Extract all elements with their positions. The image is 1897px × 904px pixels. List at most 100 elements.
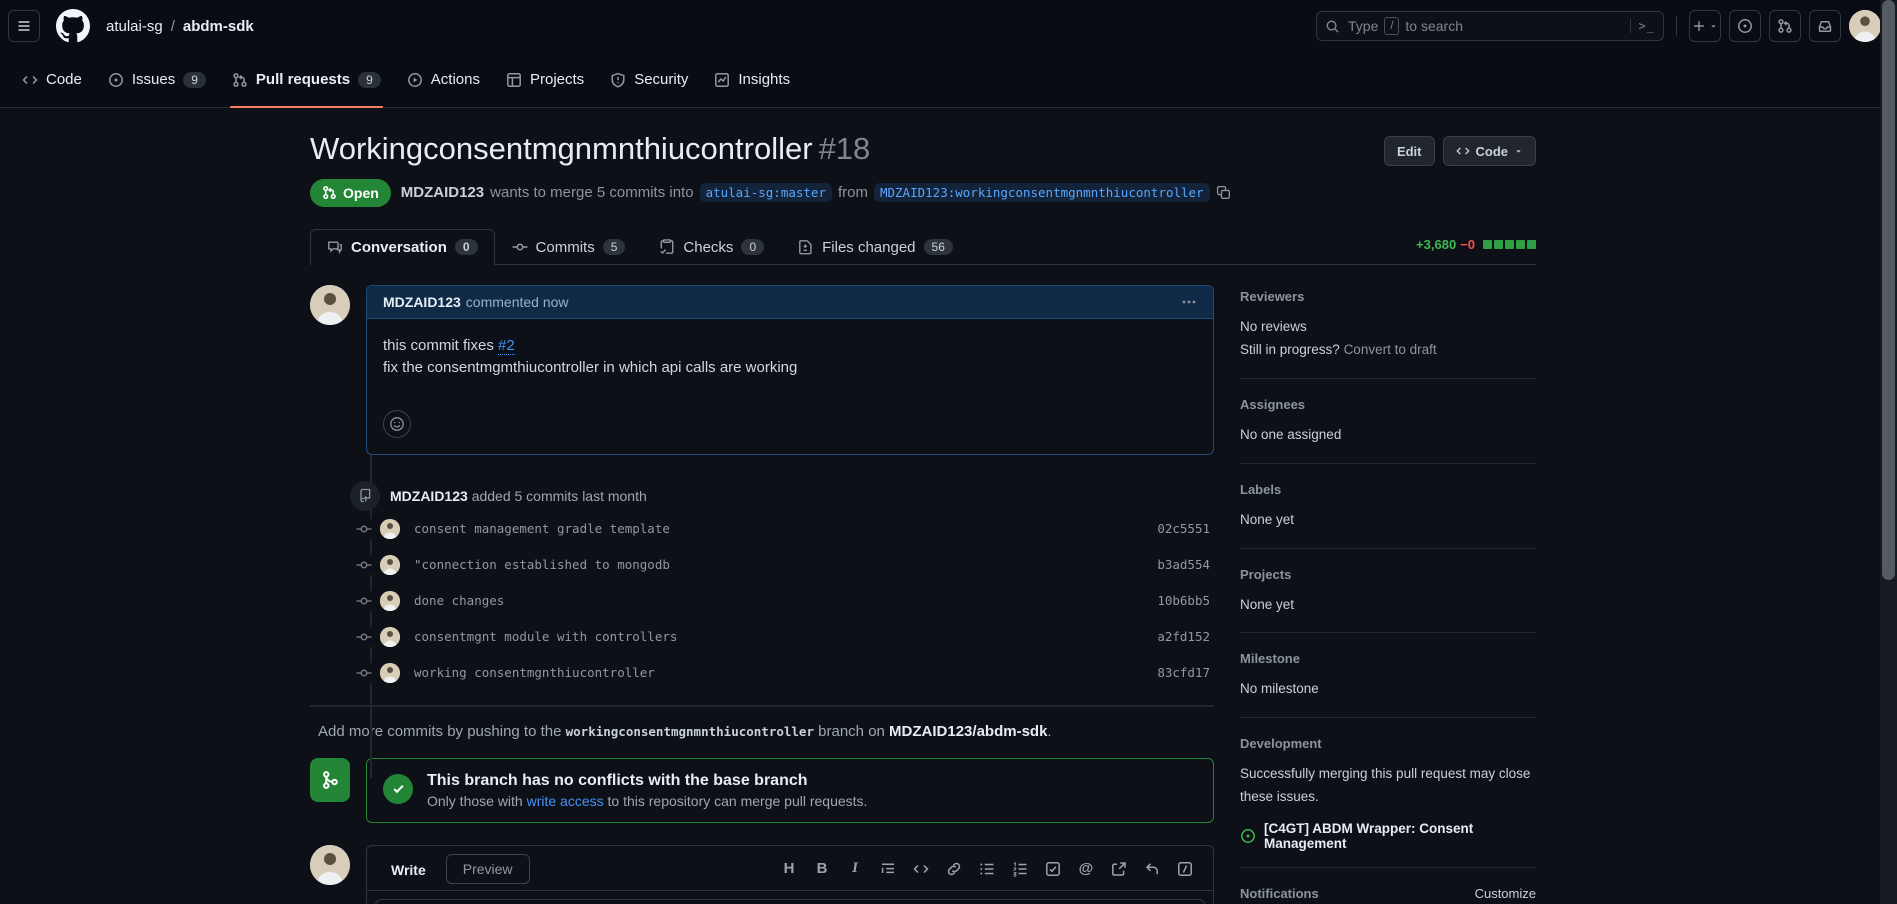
merge-status-title: This branch has no conflicts with the ba…	[427, 772, 867, 790]
quote-button[interactable]	[874, 855, 902, 883]
hamburger-menu-button[interactable]	[8, 10, 40, 42]
copy-icon	[1216, 185, 1231, 200]
heading-button[interactable]: H	[775, 855, 803, 883]
assignees-heading[interactable]: Assignees	[1240, 397, 1536, 412]
projects-heading[interactable]: Projects	[1240, 567, 1536, 582]
breadcrumb-separator: /	[171, 18, 175, 35]
nav-item-code[interactable]: Code	[12, 52, 92, 107]
user-avatar[interactable]	[1849, 10, 1881, 42]
composer-header: Write Preview H B I @	[367, 846, 1213, 891]
markdown-toolbar: H B I @	[775, 855, 1205, 889]
tab-write[interactable]: Write	[375, 854, 442, 890]
commit-hash-link[interactable]: 83cfd17	[1157, 665, 1210, 680]
commit-message-link[interactable]: working consentmgnthiucontroller	[414, 665, 655, 680]
diffstat[interactable]: +3,680 −0	[1416, 237, 1536, 264]
tab-files-changed[interactable]: Files changed 56	[781, 229, 970, 265]
labels-heading[interactable]: Labels	[1240, 482, 1536, 497]
commit-hash-link[interactable]: 10b6bb5	[1157, 593, 1210, 608]
commit-author-avatar[interactable]	[380, 591, 400, 611]
italic-button[interactable]: I	[841, 855, 869, 883]
commit-hash-link[interactable]: a2fd152	[1157, 629, 1210, 644]
write-access-link[interactable]: write access	[527, 793, 604, 809]
head-branch-chip[interactable]: MDZAID123:workingconsentmgnmnthiucontrol…	[874, 183, 1210, 202]
issue-2-link[interactable]: #2	[498, 337, 515, 355]
git-merge-icon	[310, 758, 350, 802]
tab-checks[interactable]: Checks 0	[642, 229, 781, 265]
pr-author-link[interactable]: MDZAID123	[401, 184, 484, 201]
assignees-empty-text: No one assigned	[1240, 424, 1536, 447]
linked-issue[interactable]: [C4GT] ABDM Wrapper: Consent Management	[1240, 821, 1536, 851]
tasklist-button[interactable]	[1039, 855, 1067, 883]
inbox-button[interactable]	[1809, 10, 1841, 42]
tab-conversation[interactable]: Conversation 0	[310, 229, 495, 265]
comment-options-button[interactable]	[1181, 294, 1197, 310]
commit-author-avatar[interactable]	[380, 519, 400, 539]
pull-requests-dashboard-button[interactable]	[1769, 10, 1801, 42]
current-user-avatar[interactable]	[310, 845, 350, 885]
commits-timestamp[interactable]: last month	[582, 488, 647, 504]
repo-push-icon	[350, 481, 380, 511]
diff-deletions: −0	[1460, 237, 1475, 252]
pr-state-badge: Open	[310, 179, 391, 207]
breadcrumb-repo[interactable]: abdm-sdk	[183, 18, 254, 35]
code-icon	[1456, 144, 1470, 158]
commit-author-avatar[interactable]	[380, 627, 400, 647]
slash-commands-button[interactable]	[1171, 855, 1199, 883]
commit-author-avatar[interactable]	[380, 555, 400, 575]
nav-item-actions[interactable]: Actions	[397, 52, 490, 107]
customize-link[interactable]: Customize	[1475, 886, 1536, 901]
command-palette-icon[interactable]: >_	[1630, 19, 1655, 33]
commit-message-link[interactable]: consent management gradle template	[414, 521, 670, 536]
convert-to-draft-link[interactable]: Convert to draft	[1344, 342, 1437, 357]
nav-item-pull-requests[interactable]: Pull requests 9	[222, 52, 391, 107]
bold-button[interactable]: B	[808, 855, 836, 883]
comment-textarea[interactable]	[375, 899, 1205, 904]
code-dropdown-button[interactable]: Code	[1443, 136, 1537, 166]
scrollbar-thumb[interactable]	[1882, 0, 1895, 580]
nav-item-issues[interactable]: Issues 9	[98, 52, 216, 107]
commit-message-link[interactable]: consentmgnt module with controllers	[414, 629, 677, 644]
add-reaction-button[interactable]	[383, 410, 411, 438]
tab-commits[interactable]: Commits 5	[495, 229, 643, 265]
reply-button[interactable]	[1138, 855, 1166, 883]
commit-hash-link[interactable]: 02c5551	[1157, 521, 1210, 536]
commit-row: "connection established to mongodb b3ad5…	[356, 547, 1214, 583]
comment-body: this commit fixes #2 fix the consentmgmt…	[367, 319, 1213, 396]
unordered-list-button[interactable]	[973, 855, 1001, 883]
ordered-list-button[interactable]	[1006, 855, 1034, 883]
link-button[interactable]	[940, 855, 968, 883]
nav-item-security[interactable]: Security	[600, 52, 698, 107]
git-pull-request-icon	[1777, 18, 1793, 34]
commit-author-avatar[interactable]	[380, 663, 400, 683]
nav-item-projects[interactable]: Projects	[496, 52, 594, 107]
comment-author-link[interactable]: MDZAID123	[383, 294, 461, 310]
github-logo[interactable]	[56, 9, 90, 43]
create-new-button[interactable]	[1689, 10, 1721, 42]
pr-number: #18	[819, 131, 871, 166]
pr-header: Workingconsentmgnmnthiucontroller#18 Edi…	[310, 130, 1536, 265]
reviewers-heading[interactable]: Reviewers	[1240, 289, 1536, 304]
git-commit-icon	[356, 663, 372, 683]
push-note-repo-link[interactable]: MDZAID123/abdm-sdk	[889, 723, 1047, 740]
tab-preview[interactable]: Preview	[446, 854, 530, 884]
breadcrumb-owner[interactable]: atulai-sg	[106, 18, 163, 35]
copy-branch-button[interactable]	[1216, 185, 1231, 200]
sidebar-section-labels: Labels None yet	[1240, 478, 1536, 549]
comment-timestamp[interactable]: now	[543, 294, 569, 310]
cross-reference-button[interactable]	[1105, 855, 1133, 883]
commit-hash-link[interactable]: b3ad554	[1157, 557, 1210, 572]
commit-message-link[interactable]: done changes	[414, 593, 504, 608]
checklist-icon	[659, 239, 675, 255]
nav-item-insights[interactable]: Insights	[704, 52, 800, 107]
code-button[interactable]	[907, 855, 935, 883]
global-search-input[interactable]: Type / to search >_	[1316, 11, 1664, 41]
milestone-heading[interactable]: Milestone	[1240, 651, 1536, 666]
issues-dashboard-button[interactable]	[1729, 10, 1761, 42]
base-branch-chip[interactable]: atulai-sg:master	[700, 183, 832, 202]
merge-status-subtext: Only those with write access to this rep…	[427, 793, 867, 809]
comment-author-avatar[interactable]	[310, 285, 350, 325]
commits-author-link[interactable]: MDZAID123	[390, 488, 468, 504]
commit-message-link[interactable]: "connection established to mongodb	[414, 557, 670, 572]
mention-button[interactable]: @	[1072, 855, 1100, 883]
edit-button[interactable]: Edit	[1384, 136, 1435, 166]
